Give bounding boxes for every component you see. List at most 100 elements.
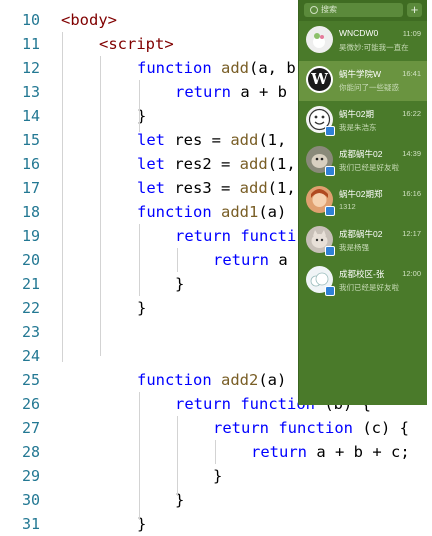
line-number: 28 — [21, 443, 40, 461]
code-token: <body> — [61, 11, 117, 29]
chat-time: 16:22 — [402, 109, 421, 118]
line-number: 24 — [21, 347, 40, 365]
code-token: } — [137, 299, 147, 317]
code-text: } — [213, 464, 222, 488]
qq-badge-icon — [325, 166, 335, 176]
chat-name: 成都蜗牛02 — [339, 149, 383, 159]
chat-item[interactable]: 成都校区-张 12:00 我们已经是好友啦 — [299, 261, 427, 301]
line-number: 29 — [21, 467, 40, 485]
code-token: (1, — [258, 131, 287, 149]
chat-item[interactable]: 成都蜗牛02 12:17 我是杨强 — [299, 221, 427, 261]
chat-preview: 我们已经是好友啦 — [339, 163, 399, 172]
chat-name: 成都蜗牛02 — [339, 229, 383, 239]
line-number: 13 — [21, 83, 40, 101]
chat-name: 蜗牛02期郑 — [339, 189, 383, 199]
code-token: return — [175, 83, 241, 101]
w-logo-icon: W — [308, 68, 331, 91]
code-token: (c) { — [362, 419, 409, 437]
chat-name: 蜗牛02期 — [339, 109, 374, 119]
chat-time: 11:09 — [402, 29, 421, 38]
code-token: return — [213, 251, 279, 269]
chat-item[interactable]: 蜗牛02期 16:22 我是朱浩东 — [299, 101, 427, 141]
code-token: add1 — [221, 203, 259, 221]
code-token: res3 = — [174, 179, 240, 197]
line-number: 17 — [21, 179, 40, 197]
chat-item[interactable]: 蜗牛02期郑 16:16 1312 — [299, 181, 427, 221]
code-token: functi — [240, 227, 297, 245]
chat-time: 14:39 — [402, 149, 421, 158]
code-token: a — [278, 251, 288, 269]
code-token: function — [137, 59, 221, 77]
line-number: 31 — [21, 515, 40, 533]
chat-time: 16:16 — [402, 189, 421, 198]
code-line: 30} — [0, 488, 432, 512]
chat-preview: 1312 — [339, 202, 356, 211]
add-button[interactable]: + — [407, 3, 422, 17]
code-token: let — [137, 155, 175, 173]
line-number: 27 — [21, 419, 40, 437]
line-number: 19 — [21, 227, 40, 245]
code-text: let res2 = add(1, — [137, 152, 296, 176]
chat-time: 16:41 — [402, 69, 421, 78]
indent-guide — [177, 416, 178, 496]
chat-name: 成都校区-张 — [339, 269, 385, 279]
line-number: 10 — [21, 11, 40, 29]
code-text: <body> — [61, 8, 117, 32]
search-input[interactable]: 搜索 — [304, 3, 403, 17]
chat-name: WNCDW0 — [339, 28, 379, 38]
code-token: function — [137, 371, 221, 389]
code-token: res = — [174, 131, 231, 149]
line-number: 30 — [21, 491, 40, 509]
chat-preview: 我们已经是好友啦 — [339, 283, 399, 292]
code-token: res2 = — [174, 155, 240, 173]
chat-panel: 搜索 + WNCDW0 11:09 昊微妙:可能我一直在 W 蜗牛学院W 16:… — [298, 0, 427, 405]
chat-preview: 昊微妙:可能我一直在 — [339, 43, 409, 52]
line-number: 25 — [21, 371, 40, 389]
line-number: 18 — [21, 203, 40, 221]
code-token: } — [175, 275, 185, 293]
qq-badge-icon — [325, 206, 335, 216]
code-text: return a — [213, 248, 288, 272]
line-number: 12 — [21, 59, 40, 77]
indent-guide — [139, 392, 140, 520]
indent-guide — [215, 440, 216, 464]
code-text: let res = add(1, — [137, 128, 286, 152]
line-number: 21 — [21, 275, 40, 293]
code-token: a + b — [240, 83, 287, 101]
code-token: let — [137, 179, 175, 197]
indent-guide — [100, 56, 101, 356]
qq-badge-icon — [325, 246, 335, 256]
code-token: add — [239, 155, 268, 173]
line-number: 16 — [21, 155, 40, 173]
line-number: 26 — [21, 395, 40, 413]
chat-preview: 你能问了一些疑惑 — [339, 83, 399, 92]
chat-item[interactable]: 成都蜗牛02 14:39 我们已经是好友啦 — [299, 141, 427, 181]
code-token: function — [278, 419, 363, 437]
code-token: return — [175, 395, 241, 413]
line-number: 22 — [21, 299, 40, 317]
qq-badge-icon — [325, 286, 335, 296]
avatar: W — [306, 66, 333, 93]
code-text: <script> — [99, 32, 174, 56]
code-token: (1, — [267, 155, 296, 173]
indent-guide — [139, 224, 140, 296]
code-token: (a) — [258, 371, 287, 389]
code-token: function — [137, 203, 221, 221]
search-placeholder: 搜索 — [321, 5, 337, 14]
code-line: 29} — [0, 464, 432, 488]
chat-time: 12:00 — [402, 269, 421, 278]
code-token: let — [137, 131, 175, 149]
code-text: return a + b — [175, 80, 287, 104]
chat-panel-header: 搜索 + — [299, 0, 427, 21]
code-token: add — [239, 179, 268, 197]
code-text: return function (c) { — [213, 416, 409, 440]
code-token: (a) — [258, 203, 287, 221]
code-token: add — [221, 59, 249, 77]
avatar — [306, 26, 333, 53]
code-token: <script> — [99, 35, 174, 53]
code-token: a + b + c; — [316, 443, 410, 461]
line-number: 23 — [21, 323, 40, 341]
line-number: 15 — [21, 131, 40, 149]
chat-item[interactable]: WNCDW0 11:09 昊微妙:可能我一直在 — [299, 21, 427, 61]
chat-item[interactable]: W 蜗牛学院W 16:41 你能问了一些疑惑 — [299, 61, 427, 101]
